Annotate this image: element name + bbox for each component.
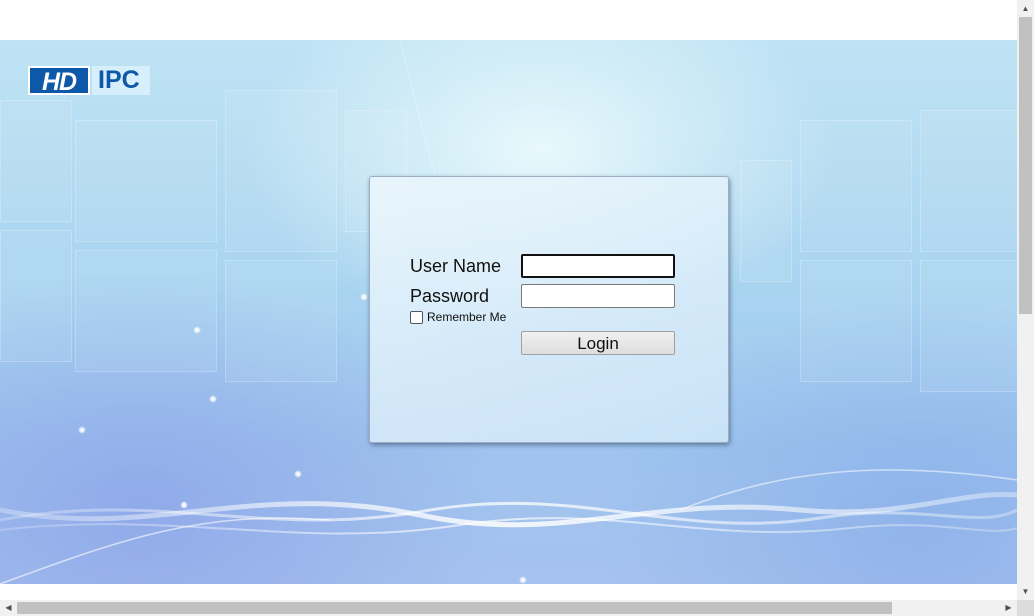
sparkle-decoration xyxy=(360,293,368,301)
sparkle-decoration xyxy=(519,576,527,584)
brand-logo: HD IPC xyxy=(28,66,150,96)
arrow-up-icon[interactable]: ▲ xyxy=(1017,0,1034,17)
username-label: User Name xyxy=(410,256,502,276)
remember-me[interactable]: Remember Me xyxy=(410,310,506,324)
page-viewport: HD IPC User Name Password Remember Me Lo… xyxy=(0,0,1017,600)
sparkle-decoration xyxy=(294,470,302,478)
sparkle-decoration xyxy=(209,395,217,403)
arrow-right-icon[interactable]: ▶ xyxy=(1000,600,1017,616)
sparkle-decoration xyxy=(193,326,201,334)
horizontal-scrollbar-thumb[interactable] xyxy=(17,602,892,614)
sparkle-decoration xyxy=(180,501,188,509)
vertical-scrollbar[interactable]: ▲ ▼ xyxy=(1017,0,1034,600)
logo-hd-text: HD xyxy=(28,66,90,96)
login-panel: User Name Password Remember Me Login xyxy=(369,176,729,443)
horizontal-scrollbar[interactable]: ◀ ▶ xyxy=(0,600,1017,616)
arrow-left-icon[interactable]: ◀ xyxy=(0,600,17,616)
sparkle-decoration xyxy=(78,426,86,434)
password-label: Password xyxy=(410,286,490,306)
scrollbar-corner xyxy=(1017,600,1034,616)
remember-me-checkbox[interactable] xyxy=(410,310,423,324)
login-button[interactable]: Login xyxy=(521,331,675,355)
password-input[interactable] xyxy=(521,284,675,308)
login-background: HD IPC User Name Password Remember Me Lo… xyxy=(0,40,1017,584)
arrow-down-icon[interactable]: ▼ xyxy=(1017,583,1034,600)
vertical-scrollbar-thumb[interactable] xyxy=(1019,17,1032,314)
username-input[interactable] xyxy=(521,254,675,278)
remember-me-label[interactable]: Remember Me xyxy=(427,310,506,324)
logo-ipc-text: IPC xyxy=(92,66,150,95)
